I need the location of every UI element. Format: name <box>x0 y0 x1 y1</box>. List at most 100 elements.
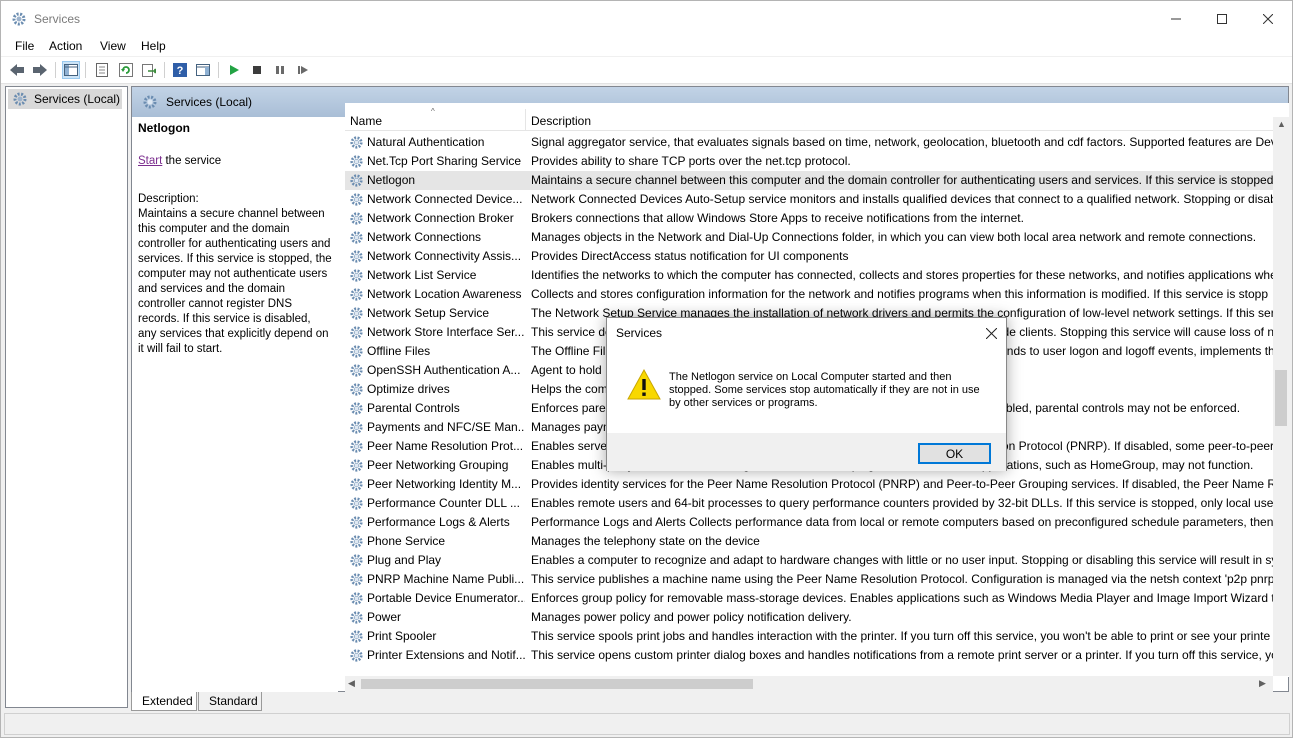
close-icon <box>1263 13 1273 24</box>
help-icon: ? <box>173 63 187 77</box>
column-header-name[interactable]: Name <box>350 114 382 128</box>
menu-action[interactable]: Action <box>49 39 82 53</box>
service-description-cell: Provides DirectAccess status notificatio… <box>531 249 849 263</box>
service-description-cell: Manages power policy and power policy no… <box>531 610 852 624</box>
service-name-cell: Network Setup Service <box>367 306 490 320</box>
refresh-icon <box>119 63 133 77</box>
show-hide-console-tree-button[interactable] <box>62 61 80 79</box>
table-row[interactable]: Peer Networking Identity M... Provides id… <box>345 475 1285 494</box>
service-message-dialog: Services The Netlogon service on Local C… <box>606 317 1007 471</box>
service-gear-icon <box>349 572 364 587</box>
show-hide-action-pane-button[interactable] <box>194 61 212 79</box>
menu-file[interactable]: File <box>15 39 34 53</box>
service-gear-icon <box>349 534 364 549</box>
service-name-cell: Print Spooler <box>367 629 437 643</box>
tab-standard[interactable]: Standard <box>198 692 262 711</box>
title-bar[interactable]: Services <box>1 1 1292 36</box>
column-header-row: ^ Name Description <box>345 107 1289 131</box>
ok-button[interactable]: OK <box>918 443 991 464</box>
tab-extended[interactable]: Extended <box>131 692 197 711</box>
service-description-cell: Enables a computer to recognize and adap… <box>531 553 1273 567</box>
table-row[interactable]: Natural Authentication Signal aggregator … <box>345 133 1285 152</box>
table-row[interactable]: Network Connections Manages objects in th… <box>345 228 1285 247</box>
restart-icon <box>298 66 308 74</box>
service-name-cell: Printer Extensions and Notif... <box>367 648 525 662</box>
service-description-cell: Manages objects in the Network and Dial-… <box>531 230 1257 244</box>
close-button[interactable] <box>1245 1 1291 36</box>
forward-arrow-icon <box>33 64 47 76</box>
table-row[interactable]: Network Connected Device... Network Conne… <box>345 190 1285 209</box>
maximize-button[interactable] <box>1199 1 1245 36</box>
service-description-cell: Provides ability to share TCP ports over… <box>531 154 851 168</box>
extended-detail-panel: Netlogon Start the service Description: … <box>132 117 338 692</box>
service-gear-icon <box>349 591 364 606</box>
horizontal-scrollbar[interactable]: ◀ ▶ <box>345 676 1273 692</box>
menu-view[interactable]: View <box>100 39 126 53</box>
dialog-title: Services <box>616 326 663 340</box>
service-gear-icon <box>349 154 364 169</box>
table-row[interactable]: Netlogon Maintains a secure channel betwe… <box>345 171 1285 190</box>
minimize-icon <box>1171 18 1181 19</box>
tree-item-services-local[interactable]: Services (Local) <box>8 89 122 109</box>
service-description-cell: Network Connected Devices Auto-Setup ser… <box>531 192 1273 206</box>
service-name-cell: Optimize drives <box>367 382 450 396</box>
properties-button[interactable] <box>93 61 111 79</box>
restart-service-button[interactable] <box>294 61 312 79</box>
table-row[interactable]: Performance Logs & Alerts Performance Log… <box>345 513 1285 532</box>
table-row[interactable]: Network Connection Broker Brokers connect… <box>345 209 1285 228</box>
service-description-cell: Enables remote users and 64-bit processe… <box>531 496 1273 510</box>
table-row[interactable]: Net.Tcp Port Sharing Service Provides abi… <box>345 152 1285 171</box>
table-row[interactable]: Network Location Awareness Collects and s… <box>345 285 1285 304</box>
back-button[interactable] <box>8 61 26 79</box>
dialog-close-button[interactable] <box>980 323 1002 343</box>
service-name-cell: Net.Tcp Port Sharing Service <box>367 154 522 168</box>
dialog-body: The Netlogon service on Local Computer s… <box>607 349 1006 433</box>
vertical-scroll-thumb[interactable] <box>1275 370 1287 426</box>
forward-button[interactable] <box>31 61 49 79</box>
column-header-description[interactable]: Description <box>531 114 591 128</box>
minimize-button[interactable] <box>1153 1 1199 36</box>
service-gear-icon <box>349 629 364 644</box>
service-description-cell: This service spools print jobs and handl… <box>531 629 1271 643</box>
start-service-button[interactable] <box>225 61 243 79</box>
table-row[interactable]: Performance Counter DLL ... Enables remot… <box>345 494 1285 513</box>
table-row[interactable]: Network Connectivity Assis... Provides Di… <box>345 247 1285 266</box>
console-tree-icon <box>64 64 78 76</box>
service-name-cell: Plug and Play <box>367 553 442 567</box>
properties-sheet-icon <box>96 63 108 77</box>
service-description-cell: Enforces group policy for removable mass… <box>531 591 1273 605</box>
table-row[interactable]: Power Manages power policy and power poli… <box>345 608 1285 627</box>
scroll-left-icon[interactable]: ◀ <box>348 678 355 689</box>
horizontal-scroll-thumb[interactable] <box>361 679 753 689</box>
pause-service-button[interactable] <box>271 61 289 79</box>
menu-help[interactable]: Help <box>141 39 166 53</box>
table-row[interactable]: Phone Service Manages the telephony state… <box>345 532 1285 551</box>
vertical-scrollbar[interactable]: ▲ <box>1273 117 1289 676</box>
service-gear-icon <box>349 230 364 245</box>
scroll-right-icon[interactable]: ▶ <box>1259 678 1266 689</box>
service-gear-icon <box>349 382 364 397</box>
stop-service-button[interactable] <box>248 61 266 79</box>
table-row[interactable]: PNRP Machine Name Publi... This service p… <box>345 570 1285 589</box>
service-gear-icon <box>349 192 364 207</box>
table-row[interactable]: Portable Device Enumerator... Enforces gr… <box>345 589 1285 608</box>
service-gear-icon <box>349 268 364 283</box>
service-name-cell: Phone Service <box>367 534 446 548</box>
table-row[interactable]: Print Spooler This service spools print j… <box>345 627 1285 646</box>
service-description-cell: Brokers connections that allow Windows S… <box>531 211 1024 225</box>
service-gear-icon <box>349 363 364 378</box>
refresh-button[interactable] <box>117 61 135 79</box>
sort-ascending-icon: ^ <box>431 107 435 116</box>
export-list-button[interactable] <box>140 61 158 79</box>
scroll-up-icon[interactable]: ▲ <box>1277 119 1286 129</box>
play-icon <box>230 65 239 75</box>
service-name-cell: Network Store Interface Ser... <box>367 325 525 339</box>
table-row[interactable]: Network List Service Identifies the netwo… <box>345 266 1285 285</box>
help-button[interactable]: ? <box>171 61 189 79</box>
table-row[interactable]: Plug and Play Enables a computer to recog… <box>345 551 1285 570</box>
service-name-cell: Network Connectivity Assis... <box>367 249 522 263</box>
service-name-cell: Performance Logs & Alerts <box>367 515 510 529</box>
start-service-link[interactable]: Start <box>138 155 162 167</box>
table-row[interactable]: Printer Extensions and Notif... This serv… <box>345 646 1285 665</box>
status-bar <box>4 713 1290 735</box>
